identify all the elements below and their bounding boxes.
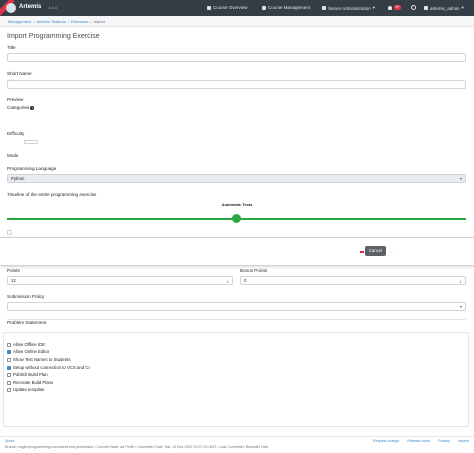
footer-links: Request change Release notes Privacy Imp… [373,439,469,443]
option-allow-online-editor[interactable]: Allow Online Editor [7,349,49,354]
footer: About Branch: bugfix/programming-exercis… [0,436,474,453]
preview-label: Preview [7,97,24,102]
points-input[interactable]: 12 ⇕ [7,276,233,285]
theme-toggle[interactable] [411,5,416,10]
mode-label: Mode [7,153,19,158]
notifications[interactable]: 5+ [388,5,401,10]
breadcrumb-item[interactable]: Management [8,19,31,24]
checkbox[interactable] [7,357,11,362]
option-update-template[interactable]: Update template [7,387,45,392]
footer-link-release-notes[interactable]: Release notes [407,439,430,443]
difficulty-label: Difficulty [7,131,25,136]
option-setup-without-vcs-ci[interactable]: Setup without connection to VCS and CI [7,365,90,370]
checkbox[interactable] [7,387,11,392]
submission-policy-label: Submission Policy [7,294,45,299]
checkbox[interactable] [7,380,11,385]
bell-icon [388,5,392,10]
option-recreate-build-plans[interactable]: Recreate Build Plans [7,380,53,385]
user-menu[interactable]: artemis_admin ▾ [424,5,464,11]
nav-course-management[interactable]: Course Management [262,5,310,10]
cancel-button[interactable]: Cancel [365,246,386,256]
checkbox[interactable] [7,372,11,377]
footer-about-link[interactable]: About [5,439,14,443]
option-allow-offline-ide[interactable]: Allow Offline IDE [7,342,45,347]
page-title: Import Programming Exercise [7,33,100,40]
points-label: Points [7,268,20,273]
bonus-points-label: Bonus Points [240,268,268,273]
notification-badge: 5+ [394,5,401,10]
brand-version: 4.4.4 [48,5,57,10]
bonus-points-input[interactable]: 0 ⇕ [240,276,466,285]
breadcrumb-item[interactable]: Exercises [71,19,88,24]
short-name-label: Short Name [7,71,32,76]
nav-server-administration[interactable]: Server Administration ▾ [322,5,375,11]
close-icon[interactable] [360,251,364,253]
timeline-checkbox[interactable] [7,230,12,235]
nav-course-overview[interactable]: Course Overview [207,5,248,10]
spinner-icon[interactable]: ⇕ [226,279,229,286]
modal-footer [0,237,474,266]
footer-link-imprint[interactable]: Imprint [458,439,469,443]
options-panel [3,332,469,427]
programming-language-label: Programming Language [7,166,57,171]
brand-name[interactable]: Artemis [19,4,41,10]
chevron-down-icon: ▾ [461,5,464,10]
categories-label: Categories? [7,105,35,110]
more-icon[interactable]: ... [390,249,393,254]
spinner-icon[interactable]: ⇕ [459,279,462,286]
chevron-down-icon [460,305,462,308]
timeline-label: Timeline of the entire programming exerc… [7,192,97,197]
difficulty-selector[interactable] [24,140,38,144]
short-name-input[interactable] [7,80,466,89]
breadcrumb-current: Import [93,18,105,24]
checkbox[interactable] [7,342,11,347]
title-input[interactable] [7,53,466,62]
problem-statement-label: Problem Statement [7,320,47,325]
th-icon [207,5,211,10]
option-publish-build-plan[interactable]: Publish Build Plan [7,372,48,377]
footer-link-request-change[interactable]: Request change [373,439,399,443]
checkbox-checked[interactable] [7,349,11,354]
sun-icon [411,5,416,10]
top-navbar: Artemis 4.4.4 Course Overview Course Man… [0,0,474,18]
breadcrumb-item[interactable]: Artemis Testkurs [36,19,66,24]
programming-language-select[interactable]: Python [7,174,466,183]
question-circle-icon[interactable]: ? [30,105,35,110]
checkbox-checked[interactable] [7,365,11,370]
artemis-logo-icon[interactable] [6,3,16,13]
chevron-down-icon: ▾ [372,5,376,10]
footer-link-privacy[interactable]: Privacy [438,439,450,443]
divider [7,319,466,320]
user-gear-icon [322,6,326,10]
user-icon [424,6,428,10]
title-label: Title [7,45,16,50]
list-icon [262,5,266,10]
breadcrumb: Management / Artemis Testkurs / Exercise… [0,16,474,27]
option-show-test-names[interactable]: Show Test Names to Students [7,357,70,362]
timeline-slider-handle[interactable] [232,214,241,223]
chevron-down-icon [460,177,462,180]
submission-policy-select[interactable] [7,302,466,311]
footer-build-info: Branch: bugfix/programming-exercises/rea… [5,445,269,449]
timeline-automatic-tests-heading: Automatic Tests [221,202,253,207]
